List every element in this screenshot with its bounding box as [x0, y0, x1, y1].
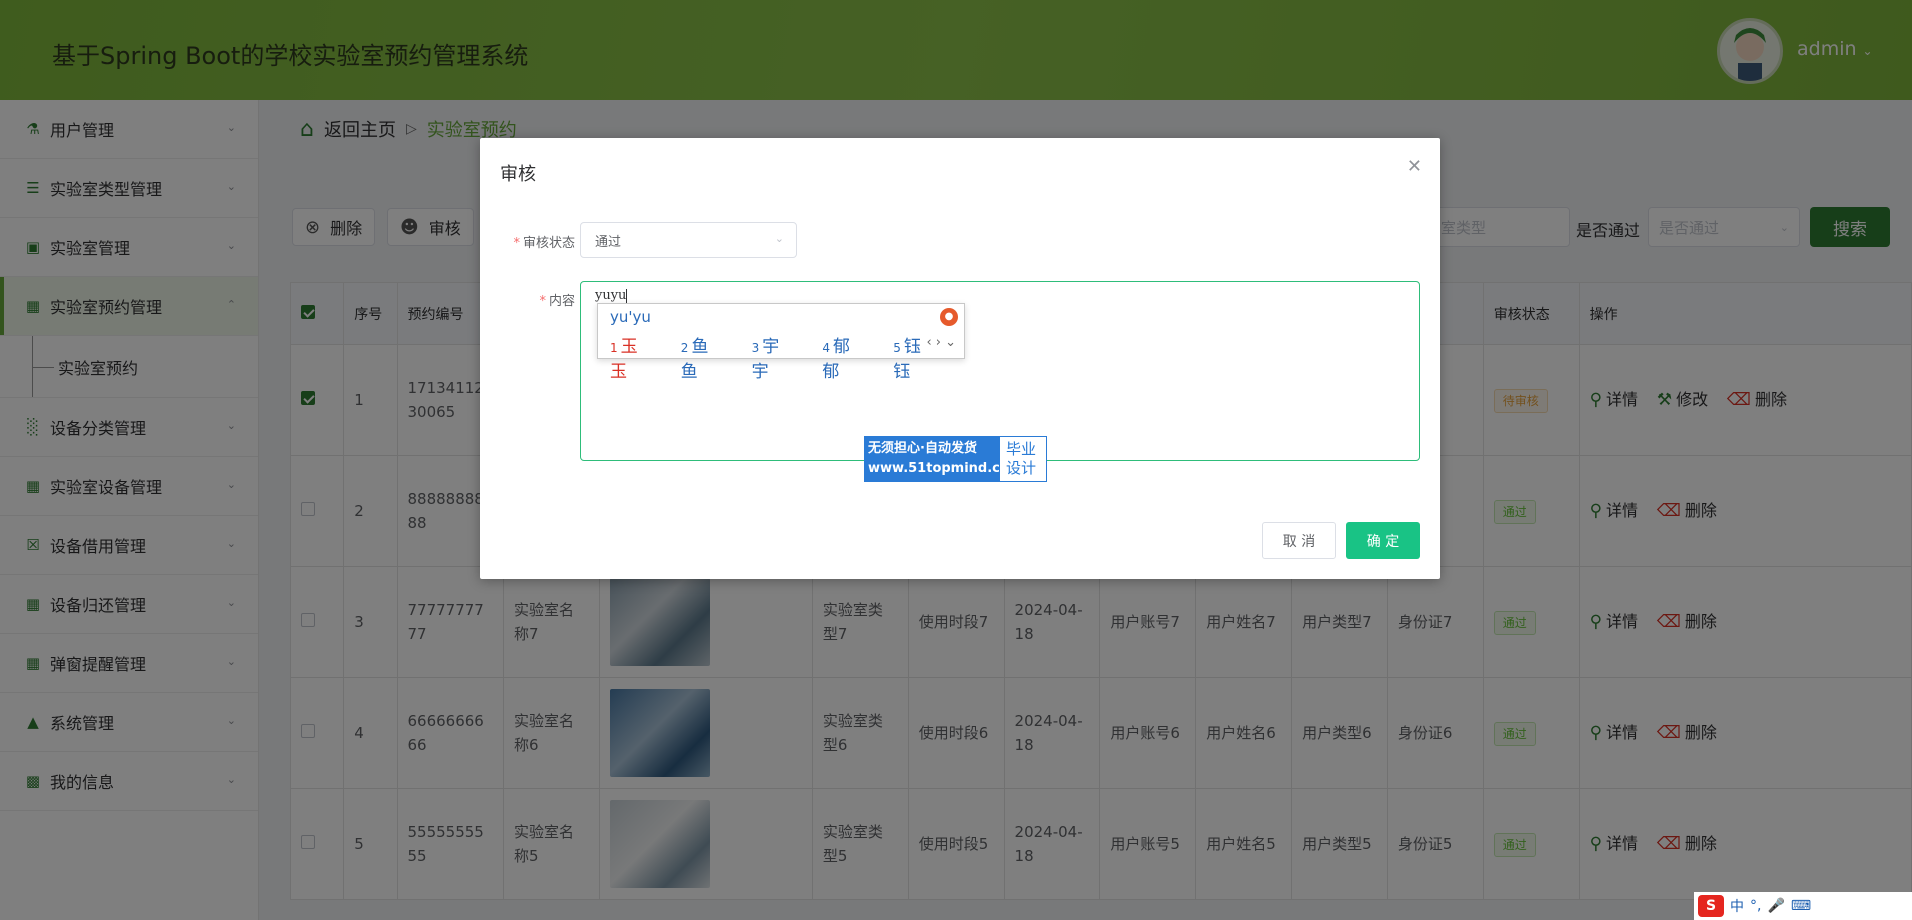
confirm-button[interactable]: 确 定 — [1346, 522, 1420, 559]
ime-candidate[interactable]: 4 郁郁 — [822, 332, 879, 382]
audit-dialog: 审核 ✕ * 审核状态 通过 ⌄ * 内容 yuyu yu'yu ● 1 玉玉 2 鱼鱼… — [480, 138, 1440, 579]
chevron-down-icon: ⌄ — [774, 232, 784, 245]
dialog-title: 审核 — [500, 164, 536, 185]
text-caret — [626, 288, 628, 303]
status-label: * 审核状态 — [513, 236, 575, 251]
ime-candidates: 1 玉玉 2 鱼鱼 3 宇宇 4 郁郁 5 钰钰 — [610, 332, 964, 382]
sogou-logo-icon: ● — [940, 308, 958, 326]
sogou-icon[interactable]: S — [1698, 895, 1724, 917]
ime-candidate-window: yu'yu ● 1 玉玉 2 鱼鱼 3 宇宇 4 郁郁 5 钰钰 ‹ › ⌄ — [597, 303, 965, 382]
content-label: * 内容 — [539, 294, 575, 309]
cancel-button[interactable]: 取 消 — [1262, 522, 1336, 559]
ime-candidate[interactable]: 2 鱼鱼 — [681, 332, 738, 382]
chinese-mode-icon[interactable]: 中 — [1730, 896, 1744, 916]
keyboard-icon[interactable]: ⌨ — [1791, 898, 1811, 914]
microphone-icon[interactable]: 🎤 — [1767, 898, 1784, 914]
ime-toolbar: S 中 °, 🎤 ⌨ — [1694, 892, 1912, 920]
ime-composition: yu'yu — [610, 308, 651, 326]
ime-candidate[interactable]: 3 宇宇 — [752, 332, 809, 382]
audit-status-select[interactable]: 通过 ⌄ — [580, 222, 797, 258]
ime-candidate[interactable]: 1 玉玉 — [610, 332, 667, 382]
punctuation-icon[interactable]: °, — [1750, 898, 1761, 914]
close-icon[interactable]: ✕ — [1407, 156, 1422, 177]
ime-page-icon[interactable]: ‹ › ⌄ — [926, 335, 956, 350]
watermark: 无须担心·自动发货 www.51topmind.com 毕业 设计 — [864, 436, 1047, 482]
